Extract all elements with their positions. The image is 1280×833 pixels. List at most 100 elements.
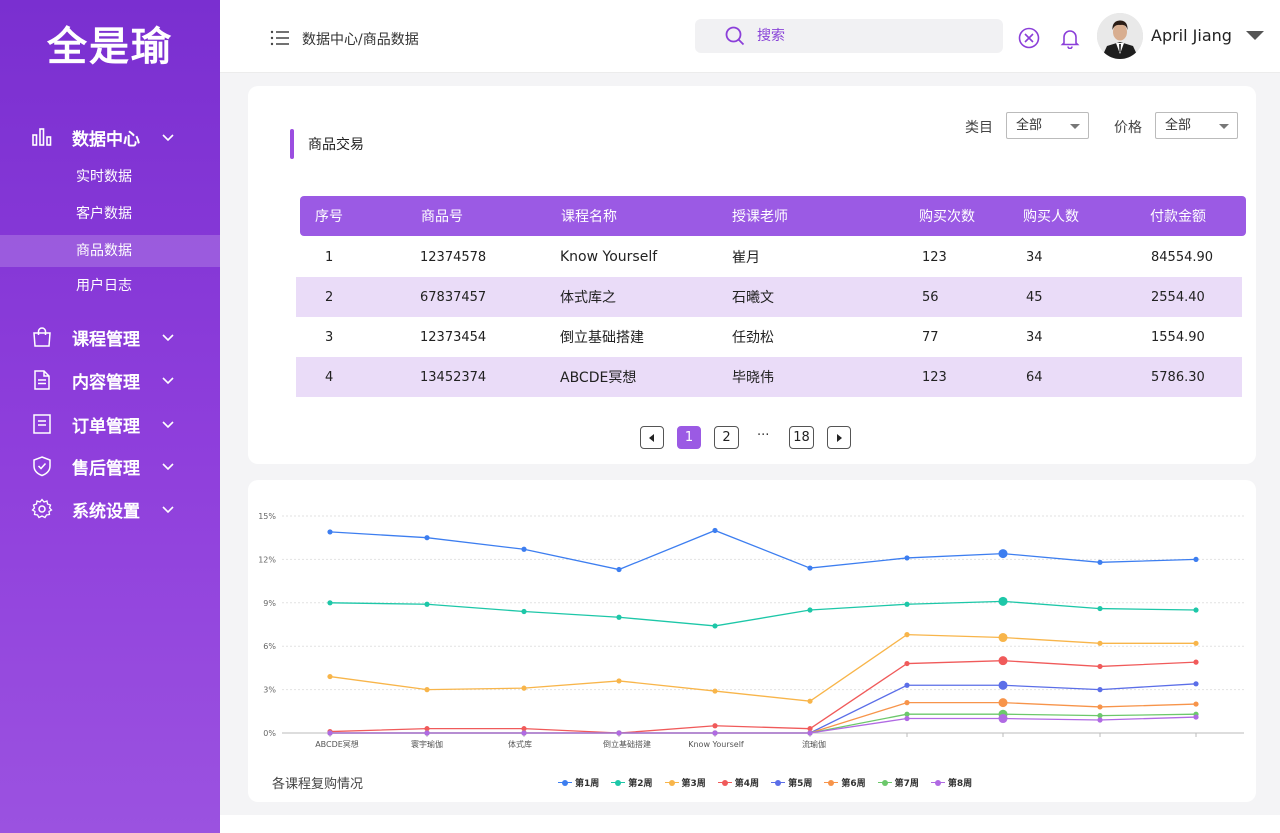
cell-teacher: 崔月 xyxy=(732,250,760,266)
category-select[interactable]: 全部 xyxy=(1006,112,1089,139)
cell-index: 3 xyxy=(325,329,334,345)
top-header: 数据中心/商品数据 April Jiang xyxy=(220,0,1280,73)
data-point xyxy=(712,730,718,736)
sidebar-item-product-data[interactable]: 商品数据 xyxy=(0,235,220,267)
sidebar-group-content-management[interactable]: 内容管理 xyxy=(0,363,220,397)
column-header[interactable]: 序号 xyxy=(315,196,343,236)
column-header[interactable]: 课程名称 xyxy=(561,196,617,236)
cell-teacher: 任劲松 xyxy=(732,330,774,346)
cell-buyer-count: 34 xyxy=(1026,249,1043,265)
x-tick-label: ABCDE冥想 xyxy=(315,739,359,749)
data-point xyxy=(1097,605,1103,612)
filter-label-price: 价格 xyxy=(1114,120,1142,136)
user-menu-caret-icon[interactable] xyxy=(1246,31,1264,40)
column-header[interactable]: 购买人数 xyxy=(1023,196,1079,236)
sidebar-item-user-log[interactable]: 用户日志 xyxy=(0,270,220,302)
table-row[interactable]: 4 13452374 ABCDE冥想 毕晓伟 123 64 5786.30 xyxy=(296,357,1242,397)
line-chart: 0% 3% 6% 9% 12% 15% ABCDE冥想 寰宇瑜伽 体式库 倒立基础搭建 Know Y… xyxy=(258,512,1244,749)
legend-label: 第6周 xyxy=(841,779,866,789)
user-name[interactable]: April Jiang xyxy=(1151,26,1232,45)
category-select-value: 全部 xyxy=(1016,118,1043,133)
data-point xyxy=(998,656,1008,666)
sidebar-group-label: 课程管理 xyxy=(72,329,140,350)
cell-purchase-count: 123 xyxy=(922,369,947,385)
sidebar-group-order-management[interactable]: 订单管理 xyxy=(0,407,220,441)
data-point xyxy=(616,566,622,573)
legend-item[interactable]: 第8周 xyxy=(930,776,972,789)
search-box[interactable] xyxy=(695,19,1003,53)
bell-icon[interactable] xyxy=(1059,27,1081,49)
data-point xyxy=(1097,640,1103,646)
triangle-right-icon xyxy=(837,433,842,442)
page-button-2[interactable]: 2 xyxy=(714,426,739,449)
legend-swatch xyxy=(664,779,679,787)
next-page-button[interactable] xyxy=(827,426,851,449)
legend-item[interactable]: 第6周 xyxy=(824,776,866,789)
sidebar-group-system-settings[interactable]: 系统设置 xyxy=(0,492,220,526)
cell-course-name: 倒立基础搭建 xyxy=(560,330,644,346)
data-point xyxy=(1097,559,1103,565)
sidebar-group-data-center[interactable]: 数据中心 xyxy=(0,120,220,154)
legend-item[interactable]: 第1周 xyxy=(558,776,599,789)
table-header: 序号 商品号 课程名称 授课老师 购买次数 购买人数 付款金额 xyxy=(300,196,1246,236)
column-header[interactable]: 商品号 xyxy=(421,196,463,236)
legend-label: 第1周 xyxy=(575,779,600,789)
chevron-down-icon xyxy=(162,463,174,471)
data-point xyxy=(1193,714,1199,720)
table-row[interactable]: 2 67837457 体式库之 石曦文 56 45 2554.40 xyxy=(296,277,1242,317)
column-header[interactable]: 付款金额 xyxy=(1150,196,1206,236)
cell-index: 1 xyxy=(325,249,334,265)
sidebar-item-realtime-data[interactable]: 实时数据 xyxy=(0,161,220,193)
page-button-18[interactable]: 18 xyxy=(789,426,814,449)
cell-amount: 5786.30 xyxy=(1151,369,1205,385)
series-line xyxy=(330,713,1197,734)
sidebar-group-label: 数据中心 xyxy=(72,129,140,150)
cell-buyer-count: 45 xyxy=(1026,289,1043,305)
column-header[interactable]: 购买次数 xyxy=(919,196,975,236)
chevron-down-icon xyxy=(162,421,174,429)
data-point xyxy=(1193,556,1199,562)
data-point xyxy=(712,623,718,629)
sidebar-group-label: 售后管理 xyxy=(72,458,140,479)
gear-icon xyxy=(31,498,53,519)
chart-legend: 第1周 第2周 第3周 第4周 第5周 第6周 第7周 第8周 xyxy=(558,776,972,789)
legend-item[interactable]: 第3周 xyxy=(664,776,706,789)
sidebar-item-customer-data[interactable]: 客户数据 xyxy=(0,198,220,230)
data-point xyxy=(424,730,430,736)
data-point xyxy=(1097,704,1103,710)
page-button-1[interactable]: 1 xyxy=(677,426,701,449)
cell-teacher: 石曦文 xyxy=(732,290,774,306)
close-circle-icon[interactable] xyxy=(1018,27,1040,49)
sidebar-group-course-management[interactable]: 课程管理 xyxy=(0,320,220,354)
legend-swatch xyxy=(771,779,786,787)
legend-item[interactable]: 第7周 xyxy=(877,776,919,789)
legend-item[interactable]: 第2周 xyxy=(611,776,653,789)
legend-item[interactable]: 第5周 xyxy=(771,776,812,789)
search-input[interactable] xyxy=(757,25,977,47)
data-point xyxy=(712,527,718,534)
menu-list-icon[interactable] xyxy=(270,28,290,48)
sidebar-group-after-sales[interactable]: 售后管理 xyxy=(0,449,220,483)
y-tick-label: 9% xyxy=(263,599,276,608)
avatar[interactable] xyxy=(1097,13,1143,59)
cell-product-id: 12373454 xyxy=(420,329,487,345)
data-point xyxy=(998,596,1008,606)
search-icon xyxy=(725,26,745,46)
data-point xyxy=(424,601,430,607)
price-select[interactable]: 全部 xyxy=(1155,112,1238,139)
legend-label: 第7周 xyxy=(894,779,919,789)
table-row[interactable]: 3 12373454 倒立基础搭建 任劲松 77 34 1554.90 xyxy=(296,317,1242,357)
cell-buyer-count: 64 xyxy=(1026,369,1043,385)
data-point xyxy=(1097,717,1103,723)
data-point xyxy=(616,614,622,620)
title-accent-bar xyxy=(290,129,294,159)
dropdown-caret-icon xyxy=(1219,124,1229,129)
data-point xyxy=(1193,701,1199,707)
y-tick-label: 0% xyxy=(263,729,276,738)
prev-page-button[interactable] xyxy=(640,426,664,449)
column-header[interactable]: 授课老师 xyxy=(732,196,788,236)
price-select-value: 全部 xyxy=(1165,118,1192,133)
table-row[interactable]: 1 12374578 Know Yourself 崔月 123 34 84554… xyxy=(296,237,1242,277)
cell-product-id: 12374578 xyxy=(420,249,487,265)
legend-item[interactable]: 第4周 xyxy=(717,776,759,789)
